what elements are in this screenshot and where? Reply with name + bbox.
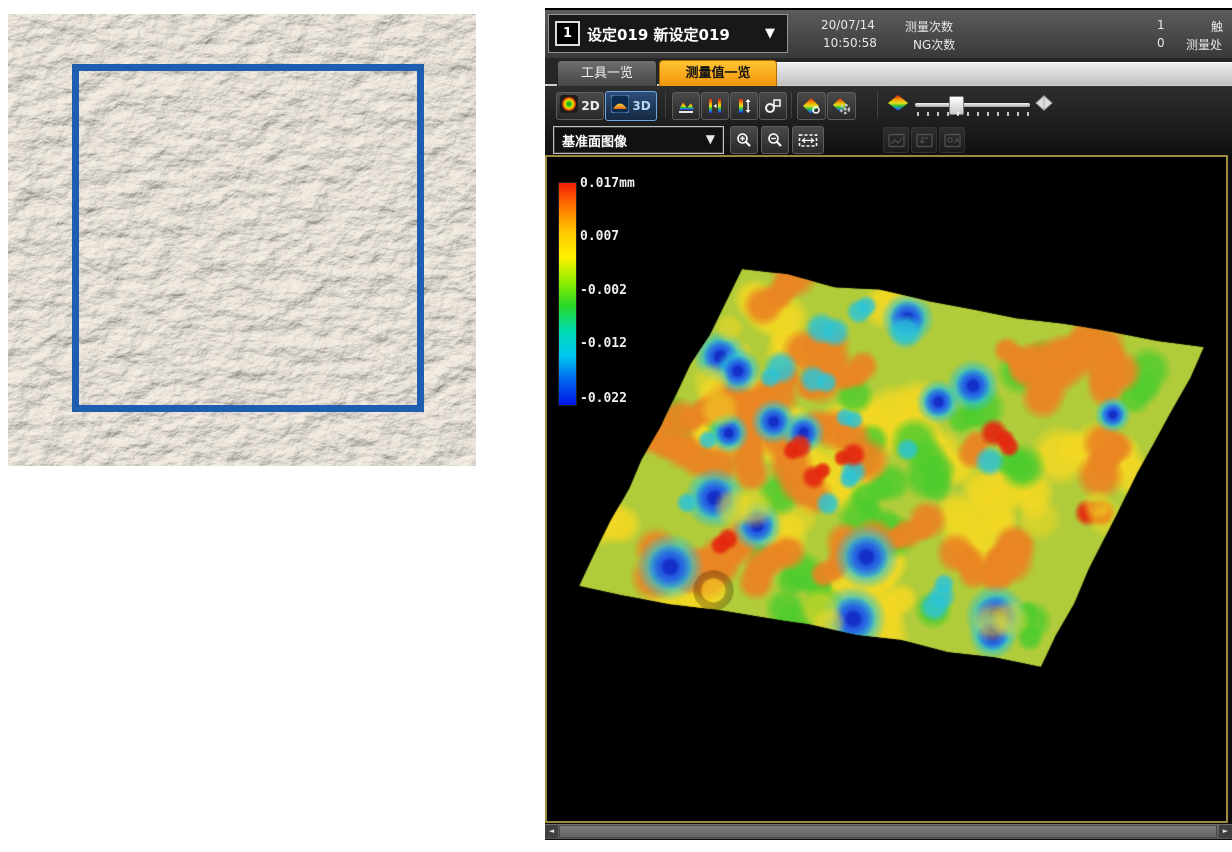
colorbar-tick-1: 0.007	[580, 229, 619, 244]
screen: 1 设定019 新设定019 ▼ 20/07/14 10:50:58 测量次数 …	[0, 0, 1232, 852]
chevron-down-icon: ▼	[765, 26, 775, 41]
height-range-icon	[735, 97, 753, 115]
scroll-right-arrow[interactable]: ►	[1219, 825, 1232, 838]
preset-title: 设定019 新设定019	[587, 24, 730, 45]
preset-number-badge: 1	[555, 21, 580, 46]
color-map-button[interactable]	[797, 92, 826, 120]
export-image-button[interactable]	[939, 127, 965, 153]
scroll-left-arrow[interactable]: ◄	[545, 825, 558, 838]
save-image-button[interactable]	[883, 127, 909, 153]
clipped-header-text-2: 测量处	[1186, 36, 1222, 53]
view-3d-label: 3D	[632, 99, 650, 113]
tab-measurement-values[interactable]: 测量值一览	[659, 60, 777, 88]
image-type-value: 基准面图像	[562, 131, 627, 150]
toolbar: 2D 3D	[545, 86, 1232, 155]
colorbar	[558, 182, 577, 406]
image-icon	[888, 133, 905, 148]
view-2d-icon	[560, 95, 578, 117]
viewport-content: 0.017mm 0.007 -0.002 -0.012 -0.022	[547, 157, 1226, 821]
measurement-app-panel: 1 设定019 新设定019 ▼ 20/07/14 10:50:58 测量次数 …	[545, 8, 1232, 840]
color-scale-max-icon	[1035, 95, 1053, 115]
profile-compare-icon	[706, 97, 724, 115]
colorbar-tick-0: 0.017mm	[580, 176, 635, 191]
slider-tick	[967, 112, 969, 116]
clipped-header-text-1: 触	[1211, 18, 1223, 35]
colorbar-tick-2: -0.002	[580, 283, 627, 298]
ng-count-value: 0	[1157, 36, 1165, 50]
measure-count-label: 测量次数	[905, 18, 953, 35]
display-option-button[interactable]	[759, 92, 787, 120]
height-profile-button[interactable]	[672, 92, 700, 120]
copy-image-button[interactable]	[911, 127, 937, 153]
slider-tick	[1017, 112, 1019, 116]
view-2d-label: 2D	[581, 99, 599, 113]
specimen-photo	[8, 14, 476, 466]
display-option-icon	[764, 97, 782, 115]
view-3d-button[interactable]: 3D	[605, 91, 657, 121]
color-scale-slider-track[interactable]	[915, 103, 1030, 107]
ng-count-label: NG次数	[913, 36, 955, 53]
height-map-surface[interactable]	[547, 157, 1226, 821]
view-3d-icon	[611, 95, 629, 117]
profile-compare-button[interactable]	[701, 92, 729, 120]
render-viewport: 0.017mm 0.007 -0.002 -0.012 -0.022	[545, 155, 1228, 823]
slider-tick	[937, 112, 939, 116]
measurement-roi-box	[72, 64, 424, 412]
zoom-out-button[interactable]	[761, 126, 789, 154]
toolbar-separator	[665, 92, 666, 118]
slider-tick	[947, 112, 949, 116]
header-bar: 1 设定019 新设定019 ▼ 20/07/14 10:50:58 测量次数 …	[545, 10, 1232, 58]
zoom-out-icon	[767, 132, 783, 148]
zoom-in-button[interactable]	[730, 126, 758, 154]
scrollbar-thumb[interactable]	[559, 825, 1217, 838]
height-profile-icon	[677, 97, 695, 115]
slider-tick	[987, 112, 989, 116]
fit-to-window-button[interactable]	[792, 126, 824, 154]
tab-filler-bar	[767, 62, 1232, 85]
toolbar-separator	[877, 92, 878, 118]
copy-arrow-icon	[916, 133, 933, 148]
slider-tick	[927, 112, 929, 116]
export-icon	[944, 133, 961, 148]
color-settings-icon	[832, 97, 851, 115]
color-settings-button[interactable]	[827, 92, 856, 120]
time-label: 10:50:58	[823, 36, 877, 50]
horizontal-scrollbar[interactable]: ◄ ►	[545, 824, 1232, 839]
colorbar-tick-3: -0.012	[580, 336, 627, 351]
slider-tick	[977, 112, 979, 116]
slider-tick	[1007, 112, 1009, 116]
measure-count-value: 1	[1157, 18, 1165, 32]
slider-tick	[997, 112, 999, 116]
chevron-down-icon: ▼	[706, 132, 715, 146]
tab-strip: 工具一览 测量值一览	[545, 58, 1232, 86]
height-range-button[interactable]	[730, 92, 758, 120]
slider-tick	[1027, 112, 1029, 116]
fit-width-icon	[798, 133, 818, 148]
color-map-icon	[802, 97, 821, 115]
toolbar-separator	[791, 92, 792, 118]
slider-tick	[957, 112, 959, 116]
view-2d-button[interactable]: 2D	[556, 92, 604, 120]
color-scale-min-icon	[887, 94, 909, 116]
slider-tick	[917, 112, 919, 116]
colorbar-tick-4: -0.022	[580, 391, 627, 406]
zoom-in-icon	[736, 132, 752, 148]
preset-dropdown[interactable]: 1 设定019 新设定019 ▼	[548, 14, 788, 53]
image-type-select[interactable]: 基准面图像 ▼	[553, 126, 724, 154]
date-label: 20/07/14	[821, 18, 875, 32]
tab-tool-list[interactable]: 工具一览	[557, 60, 657, 88]
